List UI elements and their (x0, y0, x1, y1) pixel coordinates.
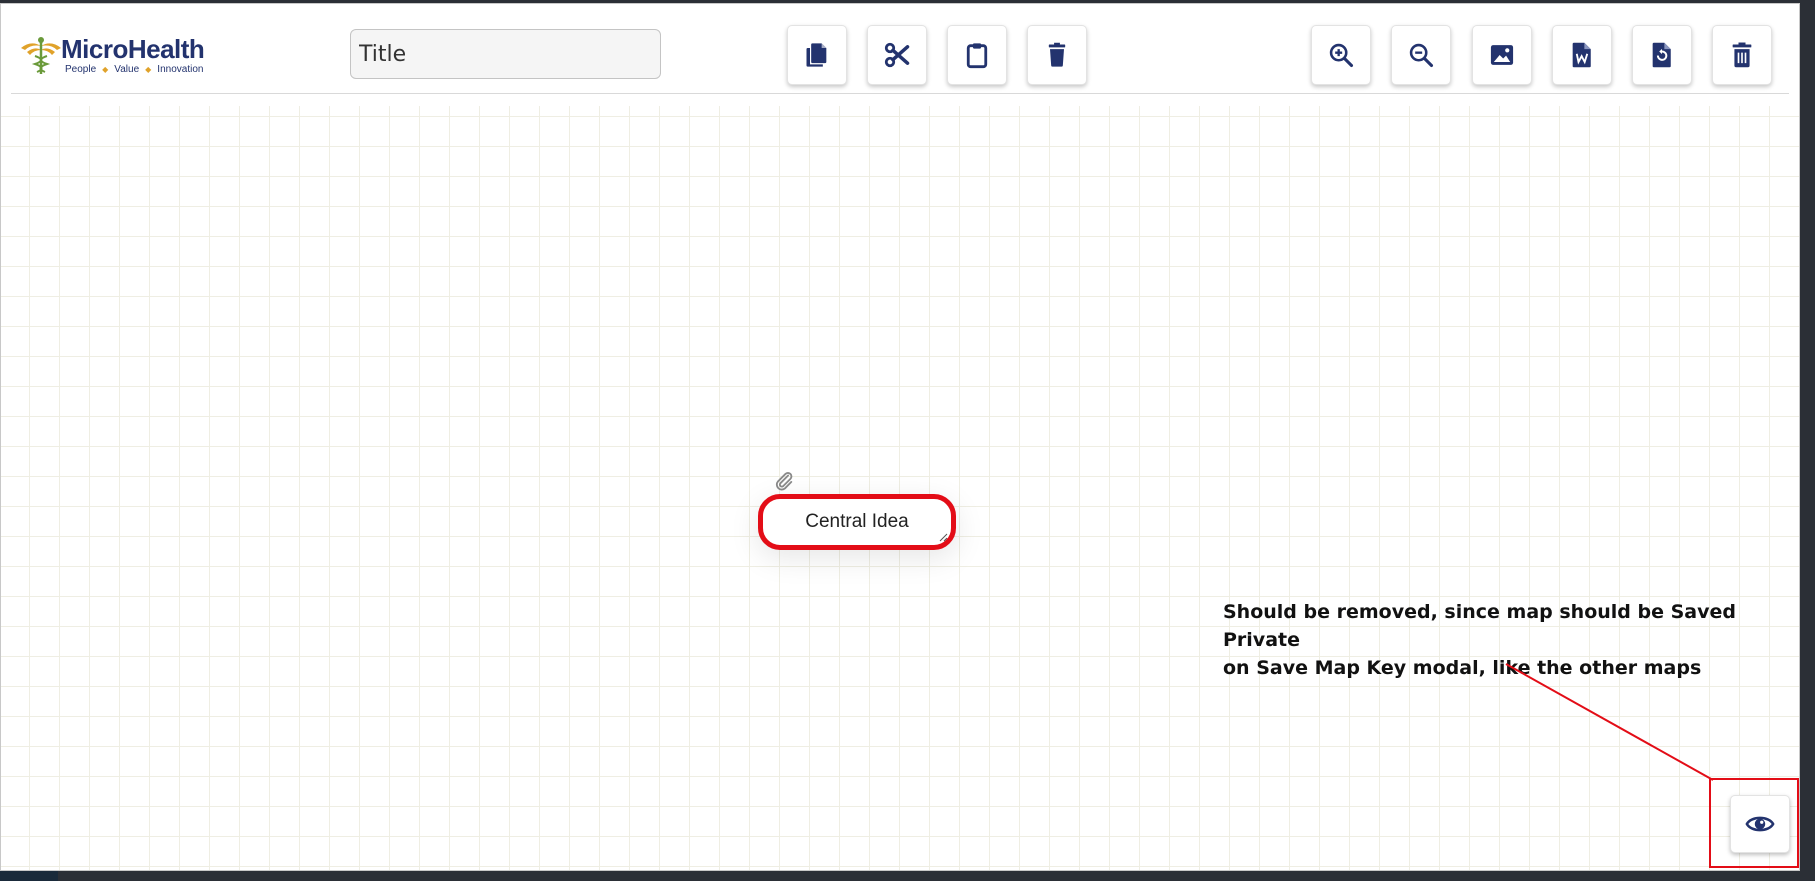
reset-button[interactable] (1632, 25, 1692, 85)
file-reset-icon (1652, 42, 1671, 68)
export-word-button[interactable] (1552, 25, 1612, 85)
zoom-in-icon (1329, 43, 1354, 68)
copy-button[interactable] (787, 25, 847, 85)
copy-icon (806, 43, 827, 67)
delete-map-button[interactable] (1712, 25, 1772, 85)
image-icon (1490, 45, 1514, 65)
trash-can-icon (1732, 42, 1752, 68)
tagline-innovation: Innovation (157, 64, 204, 75)
toolbar-header: MicroHealth People ◆ Value ◆ Innovation (1, 4, 1799, 96)
zoom-out-button[interactable] (1391, 25, 1451, 85)
attachment-paperclip-icon[interactable] (773, 470, 795, 492)
logo-tagline: People ◆ Value ◆ Innovation (65, 64, 204, 75)
review-annotation-text: Should be removed, since map should be S… (1223, 598, 1783, 682)
mind-map-canvas[interactable] (1, 106, 1799, 870)
header-divider (11, 93, 1789, 94)
zoom-in-button[interactable] (1311, 25, 1371, 85)
cut-button[interactable] (867, 25, 927, 85)
word-file-icon (1572, 42, 1591, 68)
visibility-toggle-button[interactable] (1730, 795, 1790, 853)
clipboard-icon (966, 43, 988, 69)
annotation-line-1: Should be removed, since map should be S… (1223, 601, 1736, 651)
central-idea-node[interactable]: Central Idea (758, 494, 956, 550)
os-taskbar-fragment (0, 871, 58, 881)
caduceus-icon (21, 37, 61, 74)
map-title-input[interactable] (350, 29, 661, 79)
logo-brand-text: MicroHealth (61, 34, 205, 64)
zoom-out-icon (1409, 43, 1434, 68)
eye-icon (1745, 816, 1775, 832)
export-image-button[interactable] (1472, 25, 1532, 85)
tagline-value: Value (114, 64, 140, 75)
microhealth-logo: MicroHealth People ◆ Value ◆ Innovation (19, 30, 209, 78)
annotation-line-2: on Save Map Key modal, like the other ma… (1223, 657, 1702, 679)
trash-icon (1048, 42, 1066, 67)
mind-map-app: MicroHealth People◆Value◆Innovation (0, 3, 1800, 871)
tagline-people: People (65, 64, 97, 75)
scissors-icon (884, 42, 910, 68)
resize-handle-icon[interactable] (938, 532, 948, 542)
delete-node-button[interactable] (1027, 25, 1087, 85)
paste-button[interactable] (947, 25, 1007, 85)
central-node-label: Central Idea (805, 511, 909, 532)
